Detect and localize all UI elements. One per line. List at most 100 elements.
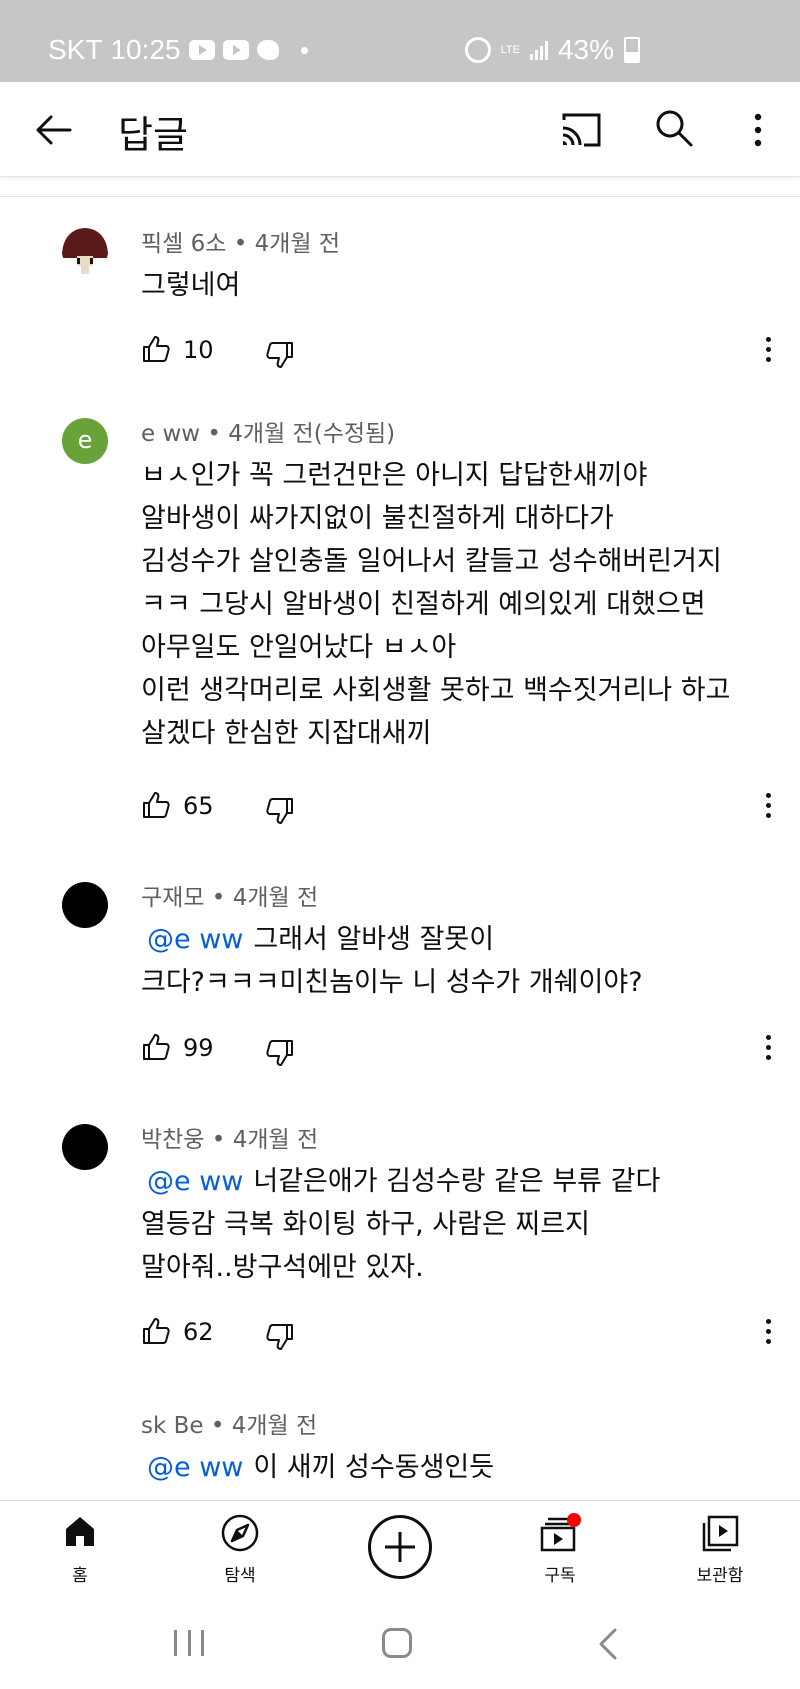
comment-author[interactable]: sk Be [141,1413,204,1439]
avatar[interactable] [62,882,108,928]
comment-line: ㅂㅅ인가 꼭 그런건만은 아니지 답답한새끼야 [141,460,648,491]
back-button[interactable] [34,110,74,150]
thumbs-up-icon [143,1034,170,1060]
thumbs-up-icon [143,1318,170,1344]
mention-link[interactable]: @e ww [147,1452,243,1483]
like-button[interactable] [141,334,171,364]
comment-line-first: @e ww 너같은애가 김성수랑 같은 부류 같다 [141,1160,660,1203]
arrow-left-icon [36,115,72,145]
comment-time: 4개월 전 [232,1127,319,1153]
comment-menu-button[interactable] [760,334,776,368]
comment-body: @e ww 너같은애가 김성수랑 같은 부류 같다 열등감 극복 화이팅 하구, … [141,1160,660,1289]
comment-line-first: @e ww 그래서 알바생 잘못이 [141,918,643,961]
more-vert-icon [754,113,762,147]
dislike-button[interactable] [265,340,295,370]
comment-menu-button[interactable] [760,1316,776,1350]
like-button[interactable] [141,1032,171,1062]
nav-home-label: 홈 [72,1566,88,1586]
comment-meta: sk Be • 4개월 전 [141,1413,318,1439]
recent-apps-button[interactable] [174,1630,204,1656]
search-icon [656,110,693,147]
nav-library-label: 보관함 [696,1566,744,1586]
comment-line: 아무일도 안일어났다 ㅂㅅ아 [141,632,457,663]
comment-actions: 10 [141,334,781,374]
comment-meta: 박찬웅 • 4개월 전 [141,1127,319,1153]
comment-time: 4개월 전(수정됨) [228,421,396,447]
system-home-button[interactable] [382,1628,412,1658]
nav-subscriptions[interactable]: 구독 [500,1501,620,1595]
comment-menu-button[interactable] [760,790,776,824]
home-icon [66,1517,94,1546]
youtube-notification-icon [188,40,215,60]
comment-author[interactable]: 박찬웅 [141,1127,204,1153]
page-title: 답글 [118,113,188,157]
more-options-button[interactable] [748,110,768,150]
mention-link[interactable]: @e ww [147,924,243,955]
cast-button[interactable] [560,112,602,148]
comment-line-first: @e ww 이 새끼 성수동생인듯 [141,1446,494,1489]
comment-body: ㅂㅅ인가 꼭 그런건만은 아니지 답답한새끼야 알바생이 싸가지없이 불친절하게… [141,454,730,755]
clock: 10:25 [110,34,181,65]
status-left: SKT 10:25 [48,34,308,66]
avatar[interactable] [62,228,108,274]
mention-link[interactable]: @e ww [147,1166,243,1197]
comment-line: 그렇네여 [141,270,241,301]
dislike-button[interactable] [265,796,295,826]
comment-line: 그래서 알바생 잘못이 [253,924,495,955]
comment-line: 이런 생각머리로 사회생활 못하고 백수짓거리나 하고 [141,675,731,706]
system-back-button[interactable] [596,1627,620,1661]
comment-actions: 65 [141,790,781,830]
comment-meta: 픽셀 6소 • 4개월 전 [141,231,341,257]
status-right: LTE 43% [464,34,640,66]
search-button[interactable] [654,108,694,148]
like-count: 65 [183,792,214,820]
chevron-left-icon [599,1628,617,1660]
comment-menu-button[interactable] [760,1032,776,1066]
alarm-icon [464,37,491,63]
dislike-button[interactable] [265,1322,295,1352]
like-count: 62 [183,1318,214,1346]
comment-line: 살겠다 한심한 지잡대새끼 [141,718,432,749]
pixel-avatar-image [62,228,108,274]
create-button[interactable] [368,1515,432,1579]
carrier-label: SKT [48,34,103,65]
nav-explore-label: 탐색 [224,1566,256,1586]
comment-line: ㅋㅋ 그당시 알바생이 친절하게 예의있게 대했으면 [141,589,706,620]
comment-line: 말아줘..방구석에만 있자. [141,1252,424,1283]
comment-time: 4개월 전 [254,231,341,257]
nav-explore[interactable]: 탐색 [180,1501,300,1595]
nav-home[interactable]: 홈 [20,1501,140,1595]
like-button[interactable] [141,1316,171,1346]
comment-author[interactable]: 픽셀 6소 [141,231,226,257]
comment-time: 4개월 전 [232,885,319,911]
notification-dot [567,1513,581,1527]
like-button[interactable] [141,790,171,820]
battery-icon [624,37,640,63]
compass-icon [221,1514,259,1552]
avatar[interactable]: e [62,418,108,464]
comment-meta: e ww • 4개월 전(수정됨) [141,421,396,447]
library-icon [702,1515,739,1552]
avatar[interactable] [62,1124,108,1170]
comment-line: 열등감 극복 화이팅 하구, 사람은 찌르지 [141,1209,590,1240]
header-divider [0,196,800,197]
app-bar: 답글 [0,82,800,177]
comment-author[interactable]: e ww [141,421,200,447]
comment-line: 크다?ㅋㅋㅋ미친놈이누 니 성수가 개쉐이야? [141,967,643,998]
app-notification-icon [256,40,279,60]
signal-icon [529,40,548,60]
thumbs-down-icon [266,798,293,824]
avatar-letter: e [77,426,93,454]
bottom-navigation: 홈 탐색 구독 보관함 [0,1500,800,1596]
status-bar: SKT 10:25 LTE 43% [0,0,800,82]
comment-author[interactable]: 구재모 [141,885,204,911]
comment-time: 4개월 전 [231,1413,318,1439]
system-navigation [0,1595,800,1689]
cast-icon [562,113,601,147]
thumbs-up-icon [143,336,170,362]
comment-body: @e ww 이 새끼 성수동생인듯 [141,1446,494,1489]
dislike-button[interactable] [265,1038,295,1068]
more-notifications-icon [300,46,308,54]
comment-actions: 62 [141,1316,781,1356]
nav-library[interactable]: 보관함 [660,1501,780,1595]
